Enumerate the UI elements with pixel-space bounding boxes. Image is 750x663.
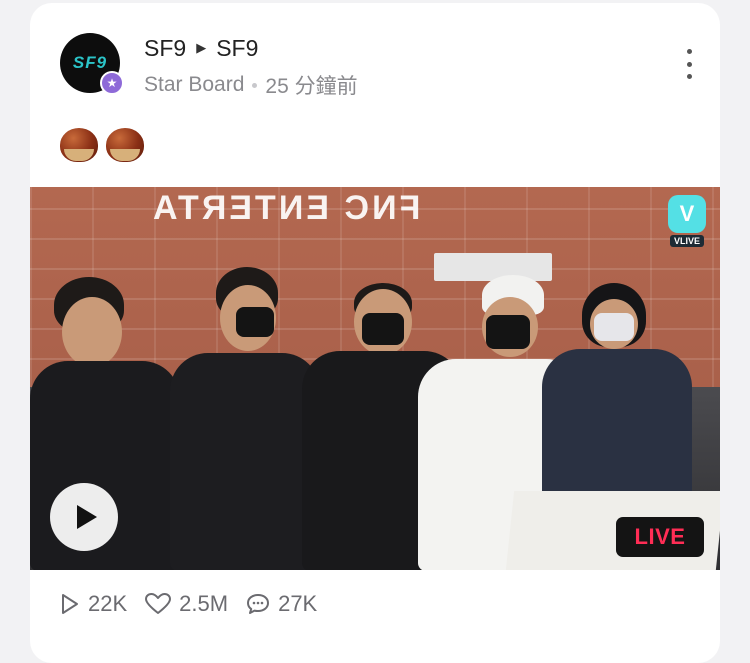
- post-header: SF9 ▶ SF9: [144, 33, 258, 63]
- like-count-value: 2.5M: [179, 591, 229, 616]
- like-count[interactable]: 2.5M: [145, 591, 228, 617]
- play-button[interactable]: [50, 483, 118, 551]
- comment-icon: [247, 594, 270, 614]
- post-meta: Star Board 25 分鐘前: [144, 70, 358, 100]
- post-stats: 22K 2.5M 27K: [60, 591, 335, 617]
- comment-count-value: 27K: [278, 591, 318, 616]
- channel-name[interactable]: SF9: [144, 35, 186, 62]
- heart-icon: [145, 593, 172, 614]
- post-content: [60, 125, 152, 171]
- live-badge: LIVE: [616, 517, 704, 557]
- post-card[interactable]: SF9 ★ SF9 ▶ SF9 Star Board 25 分鐘前 FNC EN…: [30, 3, 720, 663]
- vlive-icon: V: [668, 195, 706, 233]
- comment-count[interactable]: 27K: [246, 591, 317, 617]
- chevron-right-icon: ▶: [196, 40, 207, 55]
- more-icon[interactable]: [684, 49, 694, 79]
- person-2: [170, 267, 320, 570]
- view-count: 22K: [60, 591, 127, 617]
- vlive-logo: V VLIVE: [666, 195, 708, 251]
- vlive-label: VLIVE: [669, 235, 704, 247]
- chestnut-emoji: [106, 125, 144, 163]
- video-thumbnail[interactable]: FNC ENTERTA V VLIVE LIVE: [30, 187, 720, 570]
- play-icon: [76, 505, 97, 529]
- star-icon: ★: [100, 71, 124, 95]
- board-channel-name[interactable]: SF9: [216, 35, 258, 62]
- play-icon: [62, 594, 78, 614]
- chestnut-emoji: [60, 125, 98, 163]
- post-time: 25 分鐘前: [265, 75, 358, 98]
- separator-dot: [252, 82, 258, 88]
- view-count-value: 22K: [88, 591, 128, 616]
- board-name[interactable]: Star Board: [144, 73, 244, 97]
- wall-sign: FNC ENTERTA: [150, 189, 421, 227]
- channel-logo: SF9: [72, 53, 108, 72]
